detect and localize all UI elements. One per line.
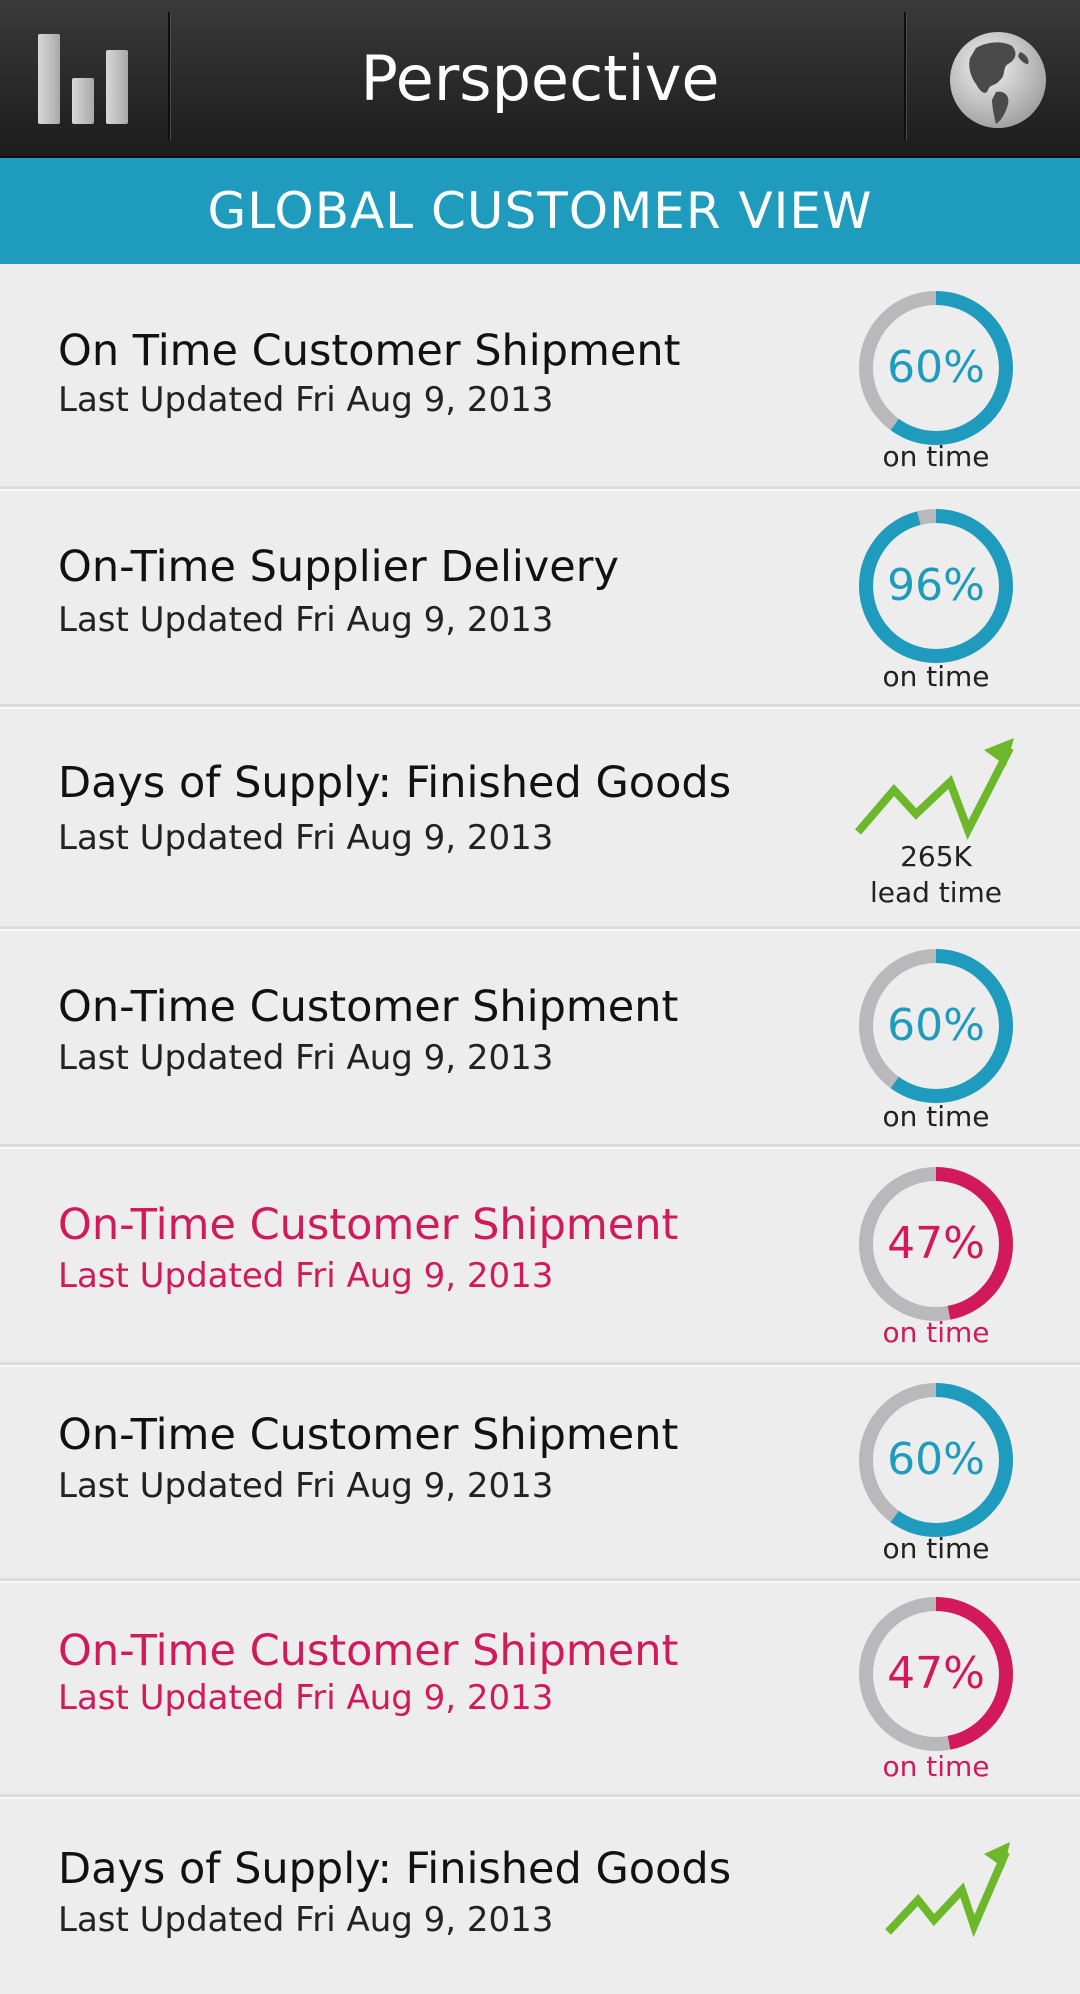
metric-updated: Last Updated Fri Aug 9, 2013 [58,600,554,640]
metric-caption: lead time [869,876,1003,909]
app-title: Perspective [360,42,720,115]
app-header: Perspective [0,0,1080,158]
metric-updated: Last Updated Fri Aug 9, 2013 [58,380,554,420]
percent-value: 47% [887,1648,985,1699]
metric-row[interactable]: Days of Supply: Finished Goods Last Upda… [0,704,1080,929]
trend-up-icon [854,732,1014,842]
trend-value: 265K [900,840,972,873]
metric-caption: on time [882,1316,990,1349]
progress-ring: 60% [856,1380,1016,1540]
metric-title: On-Time Customer Shipment [58,1626,679,1676]
metric-caption: on time [882,1100,990,1133]
metric-updated: Last Updated Fri Aug 9, 2013 [58,1678,554,1718]
progress-ring: 60% [856,946,1016,1106]
metric-row[interactable]: On-Time Customer Shipment Last Updated F… [0,1578,1080,1797]
bar-chart-button[interactable] [30,22,140,134]
metric-title: On-Time Customer Shipment [58,1410,679,1460]
metric-row[interactable]: On-Time Customer Shipment Last Updated F… [0,926,1080,1147]
percent-value: 60% [887,1000,985,1051]
metric-row[interactable]: On-Time Customer Shipment Last Updated F… [0,1144,1080,1365]
section-banner: GLOBAL CUSTOMER VIEW [0,158,1080,264]
metric-updated: Last Updated Fri Aug 9, 2013 [58,1256,554,1296]
progress-ring: 47% [856,1164,1016,1324]
metric-row[interactable]: On Time Customer Shipment Last Updated F… [0,266,1080,489]
progress-ring: 96% [856,506,1016,666]
metric-updated: Last Updated Fri Aug 9, 2013 [58,818,554,858]
metric-caption: on time [882,1750,990,1783]
metric-caption: on time [882,440,990,473]
globe-icon [950,32,1046,128]
metric-caption: on time [882,660,990,693]
header-divider [904,12,906,140]
metric-updated: Last Updated Fri Aug 9, 2013 [58,1466,554,1506]
metric-title: On-Time Supplier Delivery [58,542,619,592]
metric-title: On-Time Customer Shipment [58,1200,679,1250]
metric-title: On Time Customer Shipment [58,326,681,376]
bar-chart-icon [38,34,128,124]
percent-value: 96% [887,560,985,611]
metric-caption: on time [882,1532,990,1565]
percent-value: 60% [887,342,985,393]
progress-ring: 60% [856,288,1016,448]
metric-title: On-Time Customer Shipment [58,982,679,1032]
trend-up-icon [854,1830,1014,1940]
progress-ring: 47% [856,1594,1016,1754]
globe-button[interactable] [946,30,1050,130]
metric-row[interactable]: Days of Supply: Finished Goods Last Upda… [0,1794,1080,1994]
metric-row[interactable]: On-Time Supplier Delivery Last Updated F… [0,486,1080,707]
metric-updated: Last Updated Fri Aug 9, 2013 [58,1900,554,1940]
metric-title: Days of Supply: Finished Goods [58,1844,732,1894]
metric-updated: Last Updated Fri Aug 9, 2013 [58,1038,554,1078]
header-divider [168,12,170,140]
percent-value: 47% [887,1218,985,1269]
metric-title: Days of Supply: Finished Goods [58,758,732,808]
percent-value: 60% [887,1434,985,1485]
metric-row[interactable]: On-Time Customer Shipment Last Updated F… [0,1362,1080,1581]
